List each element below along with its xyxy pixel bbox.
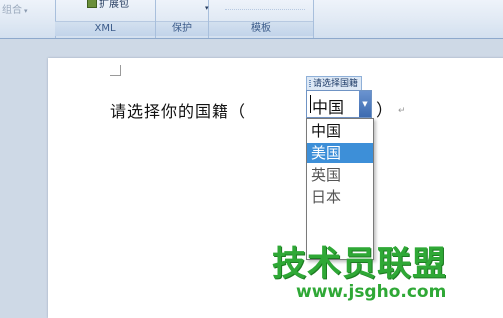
dropdown-option-uk[interactable]: 英国 xyxy=(307,165,373,185)
watermark-url: www.jsgho.com xyxy=(296,282,447,302)
chevron-down-icon[interactable]: ▼ xyxy=(359,91,371,117)
package-icon xyxy=(87,0,97,8)
close-paren: ） xyxy=(376,101,393,121)
content-control-title-label: 请选择国籍 xyxy=(313,79,359,89)
protect-group-label: 保护 xyxy=(156,21,208,36)
watermark-logo: 技术员联盟 xyxy=(272,244,447,284)
dropdown-option-china[interactable]: 中国 xyxy=(307,121,373,141)
country-dropdown[interactable]: 中国 ▼ xyxy=(306,90,372,118)
paragraph-mark: ↵ xyxy=(398,106,406,116)
xml-group-label: XML xyxy=(55,21,155,36)
dropdown-option-usa[interactable]: 美国 xyxy=(307,143,373,163)
ribbon: 组合 ▾ XML 扩展包 保护 ▾ 模板 xyxy=(0,0,503,39)
chevron-down-icon: ▾ xyxy=(24,7,28,15)
prompt-text: 请选择你的国籍（ xyxy=(110,102,247,121)
ribbon-group-combine: 组合 ▾ xyxy=(0,0,56,38)
dropdown-value: 中国 xyxy=(312,98,345,117)
expansion-pack-button[interactable]: 扩展包 xyxy=(87,0,129,10)
dropdown-option-japan[interactable]: 日本 xyxy=(307,187,373,207)
text-caret xyxy=(310,95,311,113)
content-control-title[interactable]: 请选择国籍 xyxy=(306,76,363,91)
combine-button[interactable]: 组合 ▾ xyxy=(2,1,28,16)
protect-dropdown-icon[interactable]: ▾ xyxy=(205,4,209,12)
ribbon-group-protect: 保护 xyxy=(156,0,209,38)
margin-corner-mark xyxy=(110,65,121,76)
templates-divider xyxy=(225,3,305,10)
templates-group-label: 模板 xyxy=(209,21,313,36)
expansion-pack-label: 扩展包 xyxy=(99,0,129,10)
combine-label: 组合 xyxy=(2,5,22,16)
grip-icon xyxy=(309,80,311,88)
